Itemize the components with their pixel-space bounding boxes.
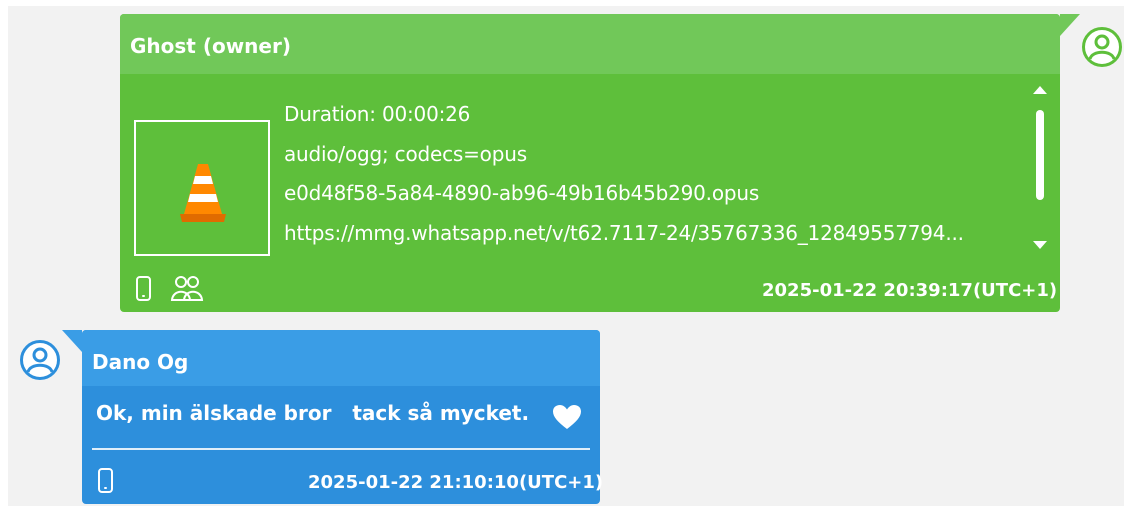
phone-icon <box>136 276 151 301</box>
user-avatar-icon[interactable] <box>1082 27 1122 67</box>
sender-name: Ghost (owner) <box>130 34 291 58</box>
attachment-duration: Duration: 00:00:26 <box>284 102 471 126</box>
attachment-thumbnail[interactable] <box>134 120 270 256</box>
scrollbar-thumb[interactable] <box>1036 110 1044 200</box>
attachment-mime: audio/ogg; codecs=opus <box>284 142 527 166</box>
user-avatar-icon[interactable] <box>20 340 60 380</box>
message-text: Ok, min älskade bror tack så mycket. <box>96 401 530 425</box>
scroll-up-arrow[interactable] <box>1033 86 1047 94</box>
phone-icon <box>98 468 113 493</box>
vlc-cone-icon <box>180 164 226 222</box>
message-timestamp: 2025-01-22 20:39:17(UTC+1) <box>762 280 1058 301</box>
attachment-url[interactable]: https://mmg.whatsapp.net/v/t62.7117-24/3… <box>284 221 964 245</box>
bubble-tail <box>1060 14 1080 36</box>
bubble-tail <box>62 330 82 352</box>
attachment-filename: e0d48f58-5a84-4890-ab96-49b16b45b290.opu… <box>284 181 760 205</box>
outgoing-message[interactable]: Ghost (owner) Duration: 00:00:26 audio/o… <box>120 14 1080 312</box>
sender-name: Dano Og <box>92 350 189 374</box>
white-heart-icon <box>553 405 581 429</box>
group-icon <box>170 276 204 301</box>
incoming-message[interactable]: Dano Og Ok, min älskade bror tack så myc… <box>62 330 604 504</box>
message-timestamp: 2025-01-22 21:10:10(UTC+1) <box>308 472 604 493</box>
scroll-down-arrow[interactable] <box>1033 241 1047 249</box>
divider <box>92 448 590 450</box>
